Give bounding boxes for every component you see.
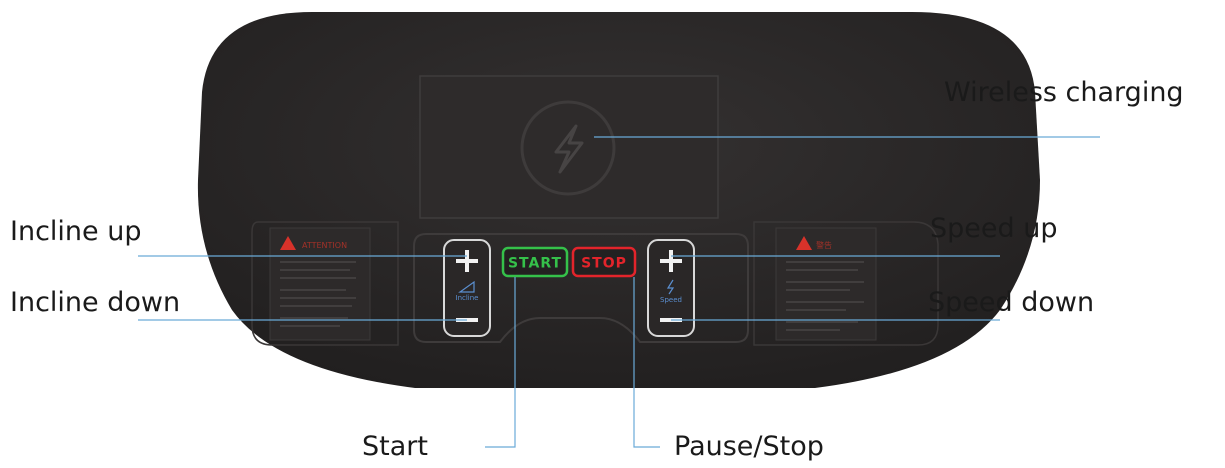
incline-up-label: Incline up <box>10 216 142 247</box>
start-label: Start <box>362 431 428 462</box>
stop-button[interactable]: STOP <box>571 246 637 278</box>
speed-label: Speed <box>660 296 682 304</box>
incline-label: Incline <box>456 294 479 302</box>
stop-button-label: STOP <box>581 256 627 272</box>
pause-stop-label: Pause/Stop <box>674 431 824 462</box>
wireless-charging-label: Wireless charging <box>944 77 1184 108</box>
incline-up-button[interactable] <box>454 248 480 274</box>
speed-up-button[interactable] <box>658 248 684 274</box>
charging-pad <box>419 75 719 219</box>
start-button-label: START <box>508 256 562 272</box>
speed-down-label: Speed down <box>928 287 1095 318</box>
attention-title-left: ATTENTION <box>302 241 347 250</box>
incline-down-label: Incline down <box>10 287 181 318</box>
start-button[interactable]: START <box>501 246 569 278</box>
warning-title-right: 警告 <box>816 240 832 250</box>
speed-up-label: Speed up <box>930 213 1058 244</box>
